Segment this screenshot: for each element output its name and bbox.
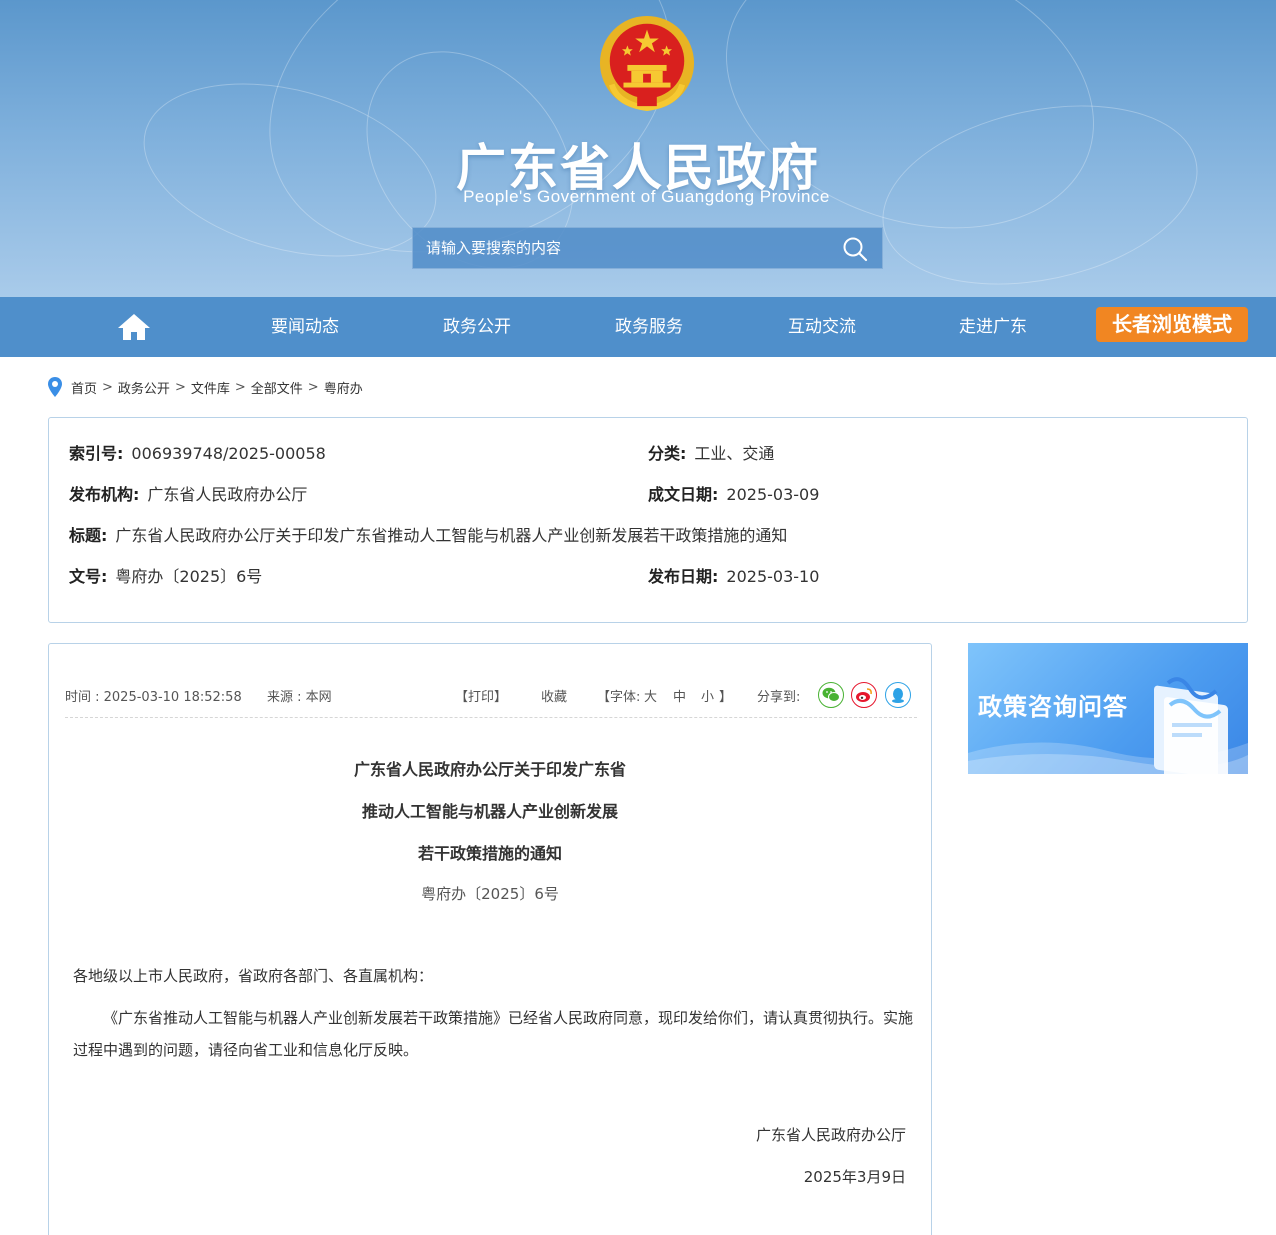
document-body: 《广东省推动人工智能与机器人产业创新发展若干政策措施》已经省人民政府同意，现印发… [73, 1009, 914, 1059]
meta-title-value: 广东省人民政府办公厅关于印发广东省推动人工智能与机器人产业创新发展若干政策措施的… [115, 526, 788, 545]
document-title-line-1: 广东省人民政府办公厅关于印发广东省 [353, 760, 626, 779]
article-time: 时间 : 2025-03-10 18:52:58 [65, 690, 242, 705]
share-weibo-icon[interactable] [851, 682, 877, 708]
meta-category-label: 分类: [648, 444, 687, 463]
meta-publisher: 发布机构: 广东省人民政府办公厅 [69, 481, 307, 505]
document-metadata: 索引号: 006939748/2025-00058 分类: 工业、交通 发布机构: 广… [48, 417, 1248, 623]
location-pin-icon [48, 377, 62, 397]
font-medium-button[interactable]: 中 [673, 686, 686, 705]
meta-publisher-value: 广东省人民政府办公厅 [147, 485, 308, 504]
breadcrumb-home[interactable]: 首页 [71, 378, 97, 397]
weibo-icon [856, 688, 872, 702]
meta-index-label: 索引号: [69, 444, 124, 463]
document-number: 粤府办〔2025〕6号 [421, 885, 559, 903]
document-title-line-2: 推动人工智能与机器人产业创新发展 [361, 802, 618, 821]
font-size-suffix: 】 [719, 690, 733, 705]
meta-written-date-value: 2025-03-09 [726, 485, 820, 504]
banner-text: 政策咨询问答 [978, 693, 1128, 721]
breadcrumb-separator: > [102, 379, 113, 395]
article-source: 来源 : 本网 [267, 690, 332, 705]
meta-category-value: 工业、交通 [694, 444, 775, 463]
meta-doc-number-value: 粤府办〔2025〕6号 [115, 567, 263, 586]
nav-item-news[interactable]: 要闻动态 [235, 297, 375, 357]
breadcrumb-separator: > [307, 379, 319, 395]
qq-icon [892, 688, 904, 703]
site-subtitle: People's Government of Guangdong Provinc… [463, 187, 830, 206]
meta-category: 分类: 工业、交通 [648, 440, 774, 464]
breadcrumb-separator: > [174, 379, 186, 395]
share-wechat-icon[interactable] [818, 682, 844, 708]
wechat-icon [822, 687, 840, 702]
meta-publish-date-value: 2025-03-10 [726, 567, 820, 586]
search-icon[interactable] [842, 236, 868, 262]
breadcrumb-all-files[interactable]: 全部文件 [251, 378, 303, 397]
favorite-button[interactable]: 收藏 [541, 686, 567, 705]
meta-index: 索引号: 006939748/2025-00058 [69, 440, 326, 464]
share-qq-icon[interactable] [885, 682, 911, 708]
meta-index-value: 006939748/2025-00058 [131, 444, 326, 463]
share-label: 分享到: [757, 690, 801, 705]
print-button[interactable]: 【打印】 [455, 686, 507, 705]
meta-written-date-label: 成文日期: [648, 485, 719, 504]
document-date: 2025年3月9日 [803, 1168, 906, 1186]
national-emblem-icon [599, 15, 695, 112]
nav-item-interaction[interactable]: 互动交流 [752, 297, 892, 357]
meta-doc-number: 文号: 粤府办〔2025〕6号 [69, 563, 262, 587]
breadcrumb-gov-affairs[interactable]: 政务公开 [118, 378, 170, 397]
site-header: 广东省人民政府 People's Government of Guangdong… [0, 0, 1276, 297]
home-icon[interactable] [117, 312, 151, 342]
meta-doc-number-label: 文号: [69, 567, 108, 586]
elder-mode-button[interactable]: 长者浏览模式 [1096, 307, 1248, 342]
article-panel: 时间 : 2025-03-10 18:52:58 来源 : 本网 【打印】 收藏… [48, 643, 932, 1235]
font-large-button[interactable]: 大 [644, 686, 657, 705]
article-toolbar: 时间 : 2025-03-10 18:52:58 来源 : 本网 【打印】 收藏… [65, 672, 917, 718]
font-size-prefix: 【字体: [597, 690, 641, 705]
meta-publisher-label: 发布机构: [69, 485, 140, 504]
breadcrumb-separator: > [234, 379, 246, 395]
meta-written-date: 成文日期: 2025-03-09 [648, 481, 819, 505]
meta-publish-date: 发布日期: 2025-03-10 [648, 563, 819, 587]
main-nav: 要闻动态 政务公开 政务服务 互动交流 走进广东 长者浏览模式 [0, 297, 1276, 357]
breadcrumb: 首页 > 政务公开 > 文件库 > 全部文件 > 粤府办 [48, 376, 363, 398]
document-title-line-3: 若干政策措施的通知 [417, 844, 562, 863]
meta-title: 标题: 广东省人民政府办公厅关于印发广东省推动人工智能与机器人产业创新发展若干政策… [69, 522, 787, 546]
policy-qa-banner[interactable]: 政策咨询问答 [968, 643, 1248, 774]
meta-title-label: 标题: [69, 526, 108, 545]
nav-item-about-guangdong[interactable]: 走进广东 [923, 297, 1063, 357]
nav-item-gov-affairs[interactable]: 政务公开 [407, 297, 547, 357]
breadcrumb-yuefuban[interactable]: 粤府办 [324, 378, 363, 397]
search-box [412, 227, 883, 269]
search-input[interactable] [413, 228, 833, 268]
meta-publish-date-label: 发布日期: [648, 567, 719, 586]
font-small-button[interactable]: 小 [701, 686, 714, 705]
document-salutation: 各地级以上市人民政府，省政府各部门、各直属机构： [73, 967, 434, 985]
nav-item-gov-services[interactable]: 政务服务 [579, 297, 719, 357]
breadcrumb-file-library[interactable]: 文件库 [191, 378, 230, 397]
document-signature: 广东省人民政府办公厅 [755, 1126, 906, 1144]
